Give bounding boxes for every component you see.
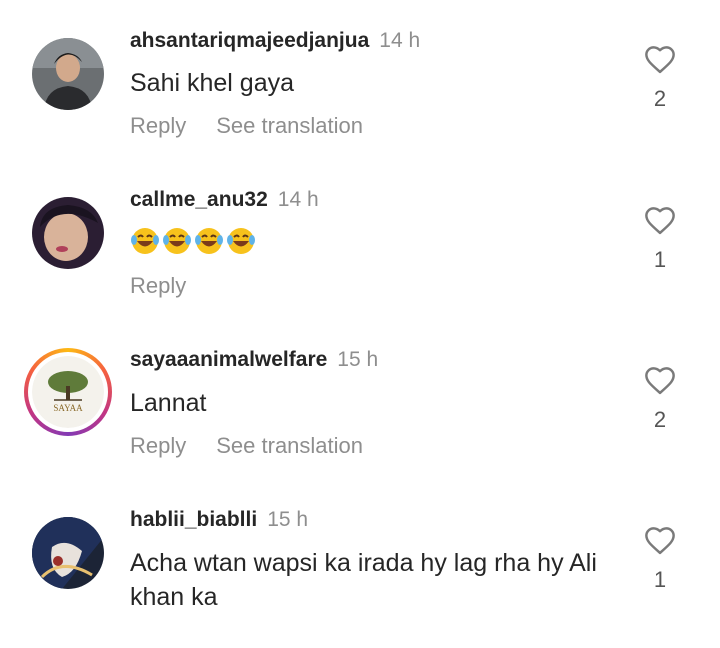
avatar-story-ring[interactable]: SAYAA	[24, 348, 112, 436]
comment-text: Acha wtan wapsi ka irada hy lag rha hy A…	[130, 549, 597, 611]
like-count: 1	[653, 567, 667, 592]
like-area: 2	[638, 44, 682, 112]
like-count: 1	[653, 247, 667, 272]
timestamp: 14 h	[379, 29, 421, 52]
heart-icon[interactable]	[643, 205, 677, 235]
timestamp: 14 h	[277, 188, 319, 211]
comment-text: Lannat	[130, 389, 207, 417]
see-translation-button[interactable]: See translation	[216, 433, 363, 458]
svg-text:SAYAA: SAYAA	[53, 403, 83, 413]
comment-actions: Reply See translation	[130, 113, 363, 139]
heart-icon[interactable]	[643, 525, 677, 555]
timestamp: 15 h	[337, 348, 379, 371]
timestamp: 15 h	[267, 508, 309, 531]
like-area: 1	[638, 525, 682, 593]
heart-icon[interactable]	[643, 44, 677, 74]
comment-text: Sahi khel gaya	[130, 69, 295, 97]
avatar[interactable]	[32, 197, 104, 269]
comment-header: ahsantariqmajeedjanjua 14 h	[130, 29, 420, 53]
avatar-photo-icon	[32, 197, 104, 269]
username-link[interactable]: callme_anu32	[130, 188, 268, 211]
tree-logo-icon: SAYAA	[32, 356, 104, 428]
comment-header: sayaaanimalwelfare 15 h	[130, 348, 378, 372]
like-area: 1	[638, 205, 682, 273]
see-translation-button[interactable]: See translation	[216, 113, 363, 138]
avatar-photo-icon	[32, 38, 104, 110]
avatar[interactable]	[32, 38, 104, 110]
laughing-emoji-icon	[195, 228, 223, 254]
laughing-emoji-icon	[163, 228, 191, 254]
comment-emojis	[130, 226, 256, 256]
comment-header: callme_anu32 14 h	[130, 188, 319, 212]
like-area: 2	[638, 365, 682, 433]
reply-button[interactable]: Reply	[130, 433, 186, 458]
comment-actions: Reply	[130, 273, 186, 299]
like-count: 2	[653, 407, 667, 432]
username-link[interactable]: hablii_biablli	[130, 508, 257, 531]
comment-actions: Reply See translation	[130, 433, 363, 459]
reply-button[interactable]: Reply	[130, 273, 186, 298]
avatar-photo-icon	[32, 517, 104, 589]
username-link[interactable]: ahsantariqmajeedjanjua	[130, 29, 369, 52]
username-link[interactable]: sayaaanimalwelfare	[130, 348, 327, 371]
laughing-emoji-icon	[227, 228, 255, 254]
avatar[interactable]	[32, 517, 104, 589]
heart-icon[interactable]	[643, 365, 677, 395]
reply-button[interactable]: Reply	[130, 113, 186, 138]
comment-header: hablii_biablli 15 h	[130, 508, 308, 532]
laughing-emoji-icon	[131, 228, 159, 254]
like-count: 2	[653, 86, 667, 111]
